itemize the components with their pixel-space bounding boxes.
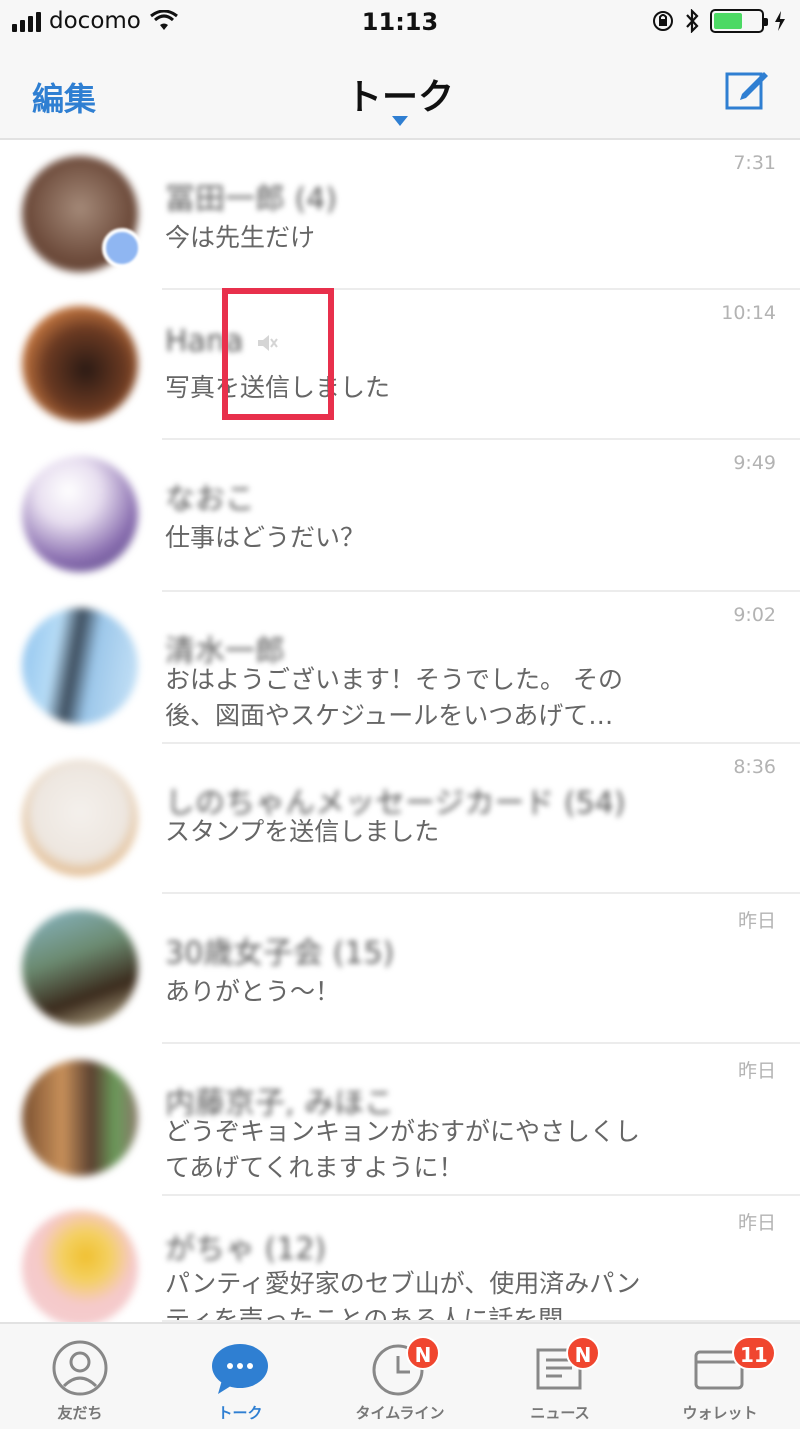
tab-wallet[interactable]: ウォレット 11	[640, 1324, 800, 1429]
status-bar: docomo 11:13	[0, 0, 800, 44]
chat-time: 昨日	[737, 910, 776, 932]
tab-clock[interactable]: タイムライン N	[320, 1324, 480, 1429]
avatar[interactable]	[22, 1060, 138, 1176]
chat-row[interactable]: 清水一郎 9:02 おはようございます！そうでした。 その後、図面やスケジュールをい…	[0, 592, 800, 744]
compose-icon[interactable]	[724, 66, 770, 112]
chat-row[interactable]: なおこ 9:49 仕事はどうだい？	[0, 440, 800, 592]
chat-time: 10:14	[721, 302, 776, 324]
chat-row[interactable]: 冨田一郎 (4) 7:31 今は先生だけ	[0, 140, 800, 290]
orientation-lock-icon	[653, 11, 673, 31]
notification-badge: 11	[732, 1336, 776, 1370]
chat-last-message: おはようございます！そうでした。 その後、図面やスケジュールをいつあげて…	[165, 665, 623, 730]
chat-last-message: パンティ愛好家のセブ山が、使用済みパンティを売ったことのある人に話を聞…	[165, 1269, 641, 1322]
avatar[interactable]	[22, 306, 138, 422]
chat-time: 9:49	[733, 452, 776, 474]
chat-last-message: どうぞキョンキョンがおすがにやさしくしてあげてくれますように！	[165, 1117, 641, 1182]
chat-row[interactable]: がちゃ (12) 昨日パンティ愛好家のセブ山が、使用済みパンティを売ったことのある…	[0, 1196, 800, 1322]
tab-talk-bubble[interactable]: トーク	[160, 1324, 320, 1429]
tab-label: タイムライン	[355, 1404, 445, 1422]
chat-row[interactable]: 30歳女子会 (15) 昨日ありがとう～！	[0, 894, 800, 1044]
chat-row[interactable]: 内藤京子, みほこ 昨日 どうぞキョンキョンがおすがにやさしくしてあげてくれますよう…	[0, 1044, 800, 1196]
chat-name: 30歳女子会 (15)	[165, 936, 395, 971]
tab-label: トーク	[217, 1404, 263, 1422]
tab-bar: 友だち トーク タイムライン N ニュース N ウォレット 11	[0, 1322, 800, 1429]
tab-friends[interactable]: 友だち	[0, 1324, 160, 1429]
chat-time: 8:36	[733, 756, 776, 778]
page-title[interactable]: トーク	[0, 68, 800, 120]
avatar[interactable]	[22, 910, 138, 1026]
tab-label: ウォレット	[682, 1404, 758, 1422]
chat-time: 昨日	[737, 1212, 776, 1234]
chat-row[interactable]: Hana 10:14 写真を送信しました	[0, 290, 800, 440]
avatar[interactable]	[22, 1210, 138, 1322]
chat-row[interactable]: しのちゃんメッセージカード (54) 8:36 スタンプを送信しました	[0, 744, 800, 894]
avatar[interactable]	[22, 760, 138, 876]
friends-icon	[52, 1340, 108, 1396]
tab-label: ニュース	[530, 1404, 590, 1422]
avatar[interactable]	[22, 456, 138, 572]
chat-time: 9:02	[733, 604, 776, 626]
notification-badge: N	[566, 1336, 600, 1370]
highlight-annotation	[222, 288, 334, 420]
tab-news[interactable]: ニュース N	[480, 1324, 640, 1429]
chat-last-message: 今は先生だけ	[165, 223, 316, 252]
chat-time: 7:31	[733, 152, 776, 174]
charging-icon	[775, 11, 785, 31]
chat-last-message: 仕事はどうだい？	[165, 523, 366, 552]
title-dropdown-caret-icon[interactable]	[392, 116, 408, 126]
talk-bubble-icon	[212, 1344, 268, 1394]
bluetooth-icon	[686, 9, 699, 33]
battery-icon	[710, 9, 768, 33]
chat-time: 昨日	[737, 1060, 776, 1082]
navigation-bar: 編集 トーク	[0, 44, 800, 140]
notification-badge: N	[406, 1336, 440, 1370]
official-badge-icon	[102, 228, 142, 268]
chat-name: なおこ	[165, 482, 255, 517]
chat-name: 冨田一郎 (4)	[165, 182, 338, 217]
chat-last-message: スタンプを送信しました	[165, 817, 440, 846]
chat-name: がちゃ (12)	[165, 1232, 327, 1267]
tab-label: 友だち	[57, 1404, 103, 1422]
chat-list: 冨田一郎 (4) 7:31 今は先生だけ Hana 10:14 写真を送信しましたなおこ 9…	[0, 140, 800, 1322]
chat-last-message: ありがとう～！	[165, 977, 341, 1006]
avatar[interactable]	[22, 608, 138, 724]
